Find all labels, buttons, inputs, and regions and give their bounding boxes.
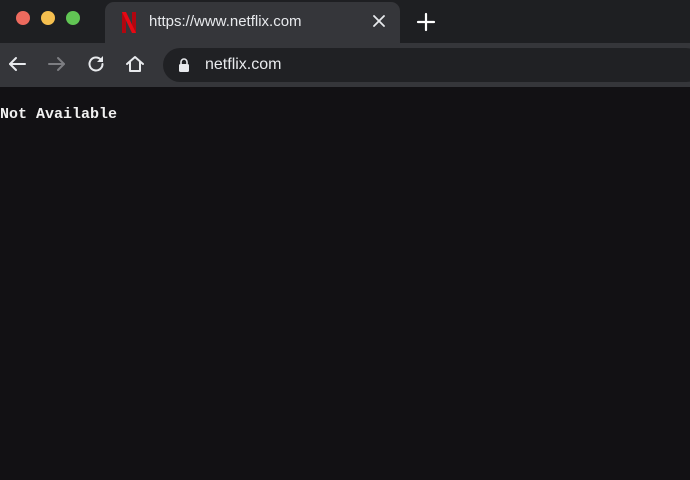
plus-icon[interactable] xyxy=(416,12,436,32)
reload-icon[interactable] xyxy=(85,53,107,75)
netflix-icon xyxy=(122,12,136,33)
arrow-right-icon[interactable] xyxy=(46,53,68,75)
tab-strip: https://www.netflix.com xyxy=(0,0,690,43)
url-text[interactable]: netflix.com xyxy=(205,56,281,74)
window-close-button[interactable] xyxy=(16,11,30,25)
address-bar[interactable]: netflix.com xyxy=(163,48,690,82)
close-icon[interactable] xyxy=(372,14,386,28)
page-content: Not Available xyxy=(0,87,690,480)
lock-icon[interactable] xyxy=(178,58,190,72)
toolbar: netflix.com xyxy=(0,43,690,87)
window-maximize-button[interactable] xyxy=(66,11,80,25)
tab-title: https://www.netflix.com xyxy=(149,13,302,30)
window-minimize-button[interactable] xyxy=(41,11,55,25)
tab-netflix[interactable]: https://www.netflix.com xyxy=(105,2,400,43)
home-icon[interactable] xyxy=(124,53,146,75)
not-available-message: Not Available xyxy=(0,106,118,123)
arrow-left-icon[interactable] xyxy=(6,53,28,75)
browser-window: https://www.netflix.com netflix.com Not … xyxy=(0,0,690,480)
